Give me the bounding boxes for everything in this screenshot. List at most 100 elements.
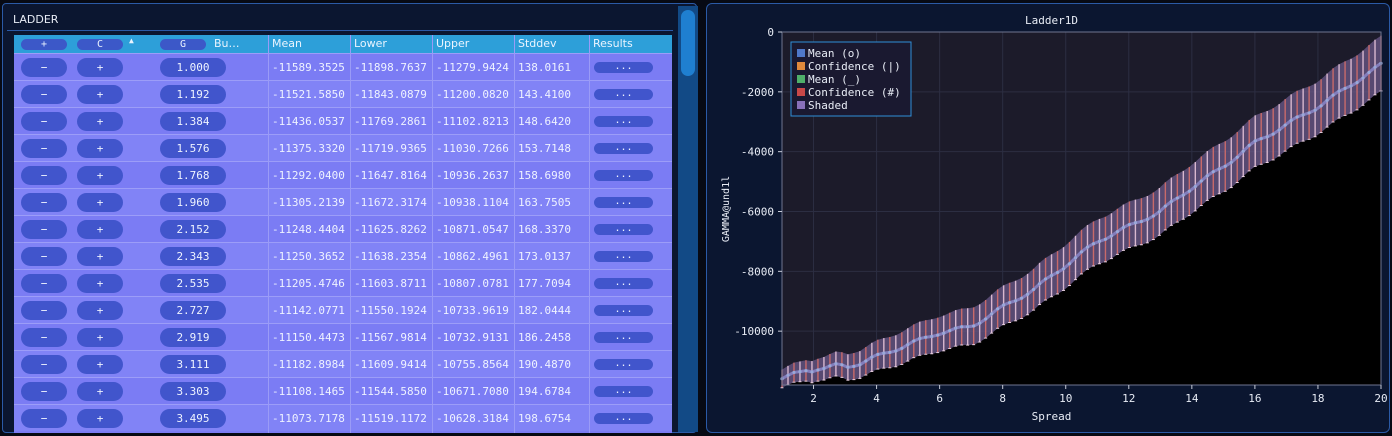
add-row-button[interactable]: + bbox=[77, 220, 123, 239]
results-button[interactable]: ... bbox=[594, 386, 653, 397]
remove-row-button[interactable]: − bbox=[21, 193, 67, 212]
mean-cell: -11248.4404 bbox=[272, 223, 345, 236]
mean-point bbox=[1301, 113, 1305, 117]
remove-row-button[interactable]: − bbox=[21, 220, 67, 239]
column-divider bbox=[589, 35, 590, 433]
bucket-value-field[interactable]: 2.727 bbox=[160, 301, 226, 320]
stddev-cell: 198.6754 bbox=[518, 412, 571, 425]
bucket-value-field[interactable]: 1.960 bbox=[160, 193, 226, 212]
table-row: − +3.495 -11073.7178 -11519.1172 -10628.3184… bbox=[14, 404, 672, 431]
remove-row-button[interactable]: − bbox=[21, 247, 67, 266]
x-axis-label: Spread bbox=[1032, 410, 1072, 423]
bucket-value-field[interactable]: 1.384 bbox=[160, 112, 226, 131]
remove-row-button[interactable]: − bbox=[21, 328, 67, 347]
c-column-button[interactable]: C bbox=[77, 39, 123, 50]
y-tick-label: -2000 bbox=[741, 86, 774, 99]
remove-row-button[interactable]: − bbox=[21, 355, 67, 374]
bucket-value-field[interactable]: 2.535 bbox=[160, 274, 226, 293]
mean-point bbox=[870, 355, 874, 359]
bucket-value-field[interactable]: 1.192 bbox=[160, 85, 226, 104]
mean-point bbox=[1343, 86, 1347, 90]
results-button[interactable]: ... bbox=[594, 413, 653, 424]
mean-point bbox=[984, 317, 988, 321]
ladder-chart[interactable]: 0 -2000 -4000 -6000 -8000 -10000 2 4 6 8 10 12 14 16 1… bbox=[707, 4, 1391, 434]
vertical-scrollbar[interactable] bbox=[678, 6, 698, 432]
remove-row-button[interactable]: − bbox=[21, 382, 67, 401]
mean-point bbox=[918, 336, 922, 341]
g-column-button[interactable]: G bbox=[160, 39, 206, 50]
remove-row-button[interactable]: − bbox=[21, 274, 67, 293]
bucket-value-field[interactable]: 2.343 bbox=[160, 247, 226, 266]
results-button[interactable]: ... bbox=[594, 251, 653, 262]
mean-point bbox=[852, 364, 856, 368]
remove-row-button[interactable]: − bbox=[21, 166, 67, 185]
bucket-value-field[interactable]: 2.919 bbox=[160, 328, 226, 347]
results-button[interactable]: ... bbox=[594, 224, 653, 235]
results-button[interactable]: ... bbox=[594, 143, 653, 154]
bucket-value-field[interactable]: 2.152 bbox=[160, 220, 226, 239]
bucket-value-field[interactable]: 1.768 bbox=[160, 166, 226, 185]
remove-row-button[interactable]: − bbox=[21, 301, 67, 320]
mean-point bbox=[1163, 204, 1167, 208]
upper-column-header[interactable]: Upper bbox=[432, 35, 514, 53]
results-button[interactable]: ... bbox=[594, 332, 653, 343]
bucket-value-field[interactable]: 1.000 bbox=[160, 58, 226, 77]
results-button[interactable]: ... bbox=[594, 278, 653, 289]
add-row-button[interactable]: + bbox=[77, 193, 123, 212]
lower-column-header[interactable]: Lower bbox=[350, 35, 432, 53]
table-row: − +2.343 -11250.3652 -11638.2354 -10862.4961… bbox=[14, 242, 672, 269]
mean-column-header[interactable]: Mean bbox=[268, 35, 350, 53]
stddev-cell: 163.7505 bbox=[518, 196, 571, 209]
mean-point bbox=[954, 326, 958, 330]
add-row-button[interactable]: + bbox=[77, 382, 123, 401]
results-button[interactable]: ... bbox=[594, 116, 653, 127]
remove-row-button[interactable]: − bbox=[21, 139, 67, 158]
bucket-column-header[interactable]: Bu… bbox=[214, 35, 240, 53]
add-row-button[interactable]: + bbox=[77, 166, 123, 185]
results-button[interactable]: ... bbox=[594, 170, 653, 181]
add-row-button[interactable]: + bbox=[77, 139, 123, 158]
remove-row-button[interactable]: − bbox=[21, 409, 67, 428]
add-row-button[interactable]: + bbox=[77, 274, 123, 293]
add-row-button[interactable]: + bbox=[77, 247, 123, 266]
stddev-column-header[interactable]: Stddev bbox=[514, 35, 589, 53]
column-divider bbox=[432, 35, 433, 433]
scrollbar-thumb[interactable] bbox=[681, 10, 695, 76]
results-column-header[interactable]: Results bbox=[589, 35, 672, 53]
bucket-value-field[interactable]: 3.111 bbox=[160, 355, 226, 374]
mean-point bbox=[1061, 267, 1066, 271]
remove-row-button[interactable]: − bbox=[21, 112, 67, 131]
results-button[interactable]: ... bbox=[594, 359, 653, 370]
remove-row-button[interactable]: − bbox=[21, 58, 67, 77]
sort-ascending-icon[interactable]: ▲ bbox=[129, 36, 134, 45]
x-tick-label: 8 bbox=[999, 392, 1006, 405]
lower-cell: -11843.0879 bbox=[354, 88, 427, 101]
results-button[interactable]: ... bbox=[594, 89, 653, 100]
upper-cell: -11030.7266 bbox=[436, 142, 509, 155]
mean-point bbox=[1265, 135, 1269, 139]
add-row-button[interactable]: + bbox=[77, 355, 123, 374]
legend-swatch bbox=[797, 49, 805, 57]
mean-cell: -11436.0537 bbox=[272, 115, 345, 128]
add-row-button[interactable]: + bbox=[77, 112, 123, 131]
results-button[interactable]: ... bbox=[594, 305, 653, 316]
lower-cell: -11625.8262 bbox=[354, 223, 427, 236]
add-row-button[interactable]: + bbox=[77, 58, 123, 77]
results-button[interactable]: ... bbox=[594, 197, 653, 208]
add-row-button[interactable]: + bbox=[77, 409, 123, 428]
remove-row-button[interactable]: − bbox=[21, 85, 67, 104]
mean-point bbox=[1115, 229, 1120, 234]
add-row-button[interactable]: + bbox=[77, 85, 123, 104]
add-row-button[interactable]: + bbox=[77, 301, 123, 320]
bucket-value-field[interactable]: 3.303 bbox=[160, 382, 226, 401]
bucket-value-field[interactable]: 1.576 bbox=[160, 139, 226, 158]
mean-point bbox=[948, 329, 952, 333]
results-button[interactable]: ... bbox=[594, 62, 653, 73]
mean-point bbox=[1187, 189, 1191, 193]
add-row-button[interactable]: + bbox=[77, 328, 123, 347]
stddev-cell: 190.4870 bbox=[518, 358, 571, 371]
add-column-button[interactable]: + bbox=[21, 39, 67, 50]
mean-point bbox=[1145, 217, 1149, 222]
lower-cell: -11567.9814 bbox=[354, 331, 427, 344]
bucket-value-field[interactable]: 3.495 bbox=[160, 409, 226, 428]
